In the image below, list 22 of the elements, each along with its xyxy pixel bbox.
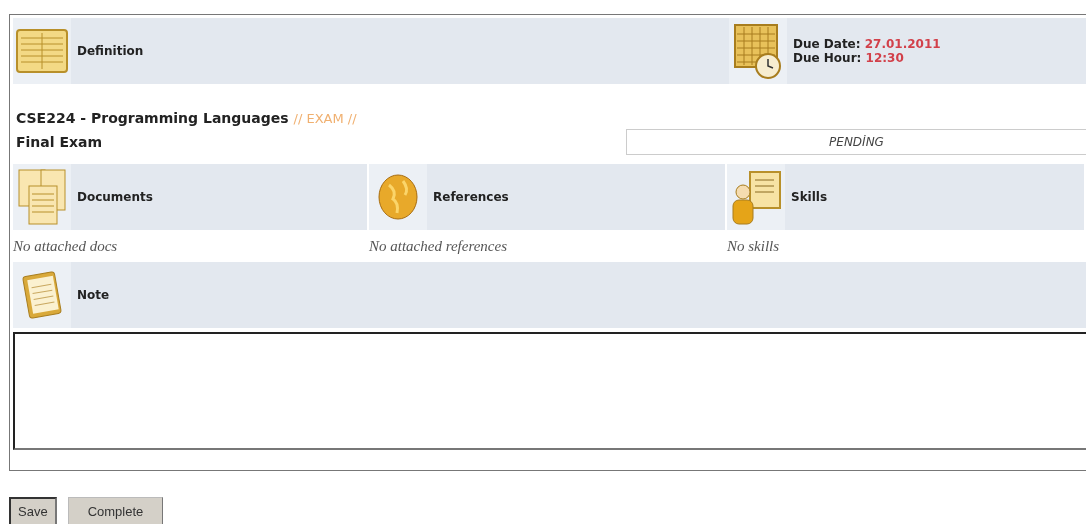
due-date: Due Date: 27.01.2011 [793,37,941,51]
note-field[interactable] [13,332,1086,450]
course-name: CSE224 - Programming Languages [16,110,289,126]
empty-message: No skills [727,236,781,256]
calendar-clock-icon [732,22,784,80]
course-type: // EXAM // [293,111,357,126]
complete-button[interactable]: Complete [67,497,164,524]
empty-message: No attached references [369,236,508,256]
section-title: Documents [77,190,153,204]
table-icon [16,29,68,73]
person-board-icon [730,168,782,226]
due-hour: Due Hour: 12:30 [793,51,905,65]
section-title: Skills [791,190,828,204]
save-button[interactable]: Save [9,497,57,524]
section-title: Definition [77,44,144,58]
documents-icon [17,168,67,226]
section-title: References [433,190,509,204]
section-title: Note [77,288,110,302]
exam-title: Final Exam [16,134,103,150]
status-field: PENDİNG [626,129,1086,155]
globe-icon [377,173,419,221]
empty-message: No attached docs [13,236,119,256]
